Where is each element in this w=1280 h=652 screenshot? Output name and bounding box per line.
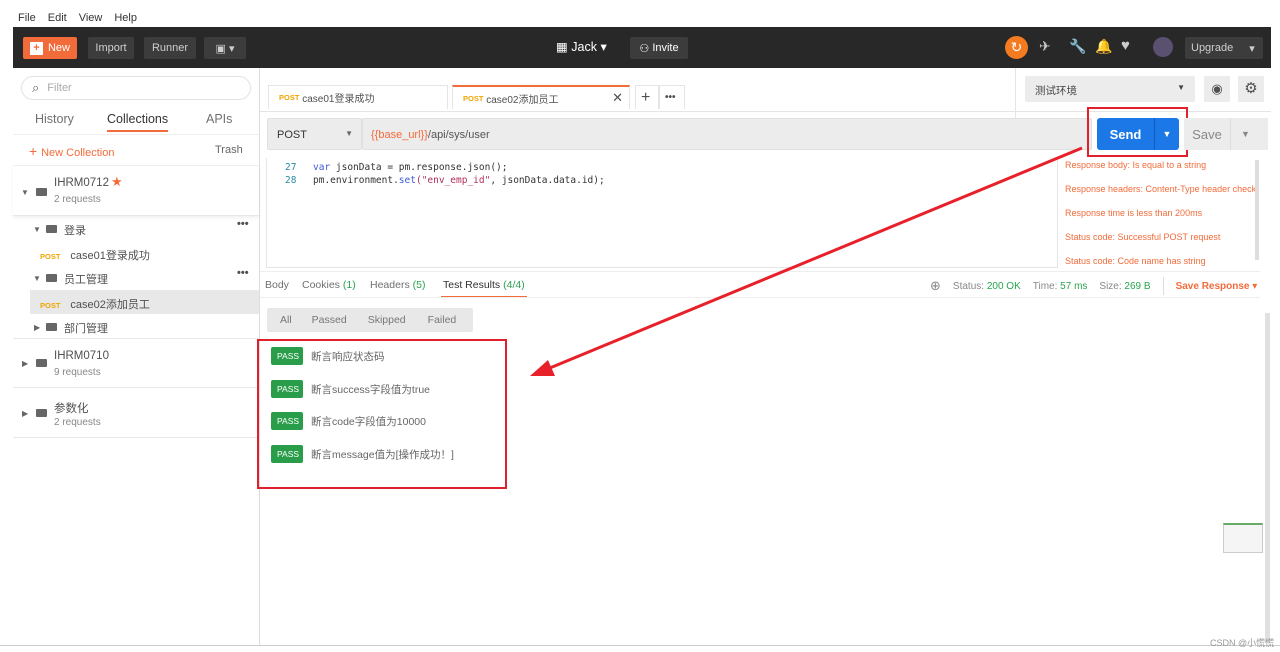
annotation-arrow — [530, 146, 1083, 376]
watermark: CSDN @小慌慌 — [1210, 638, 1275, 648]
